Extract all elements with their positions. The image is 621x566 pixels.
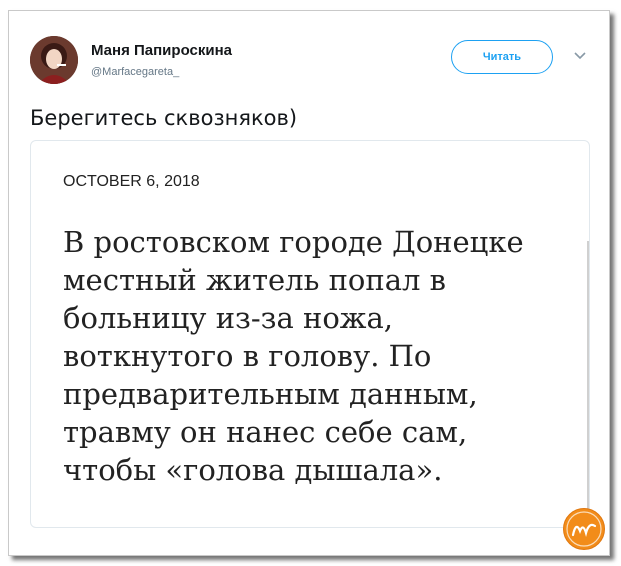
card-line: В ростовском городе Донецке bbox=[63, 225, 524, 259]
tweet-text: Берегитесь сквозняков) bbox=[30, 106, 298, 130]
watermark-logo bbox=[566, 511, 602, 547]
card-line: предварительным данным, bbox=[63, 377, 478, 411]
avatar[interactable] bbox=[30, 36, 78, 84]
card-body: В ростовском городе Донецке местный жите… bbox=[63, 223, 583, 489]
nyka-logo-icon bbox=[563, 508, 605, 550]
card-line: местный житель попал в bbox=[63, 263, 446, 297]
avatar-image bbox=[30, 36, 78, 84]
chevron-down-icon[interactable] bbox=[573, 51, 587, 61]
card-line: больницу из-за ножа, bbox=[63, 301, 393, 335]
card-line: травму он нанес себе сам, bbox=[63, 415, 468, 449]
card-line: чтобы «голова дышала». bbox=[63, 453, 443, 487]
card-scrollbar[interactable] bbox=[587, 241, 589, 521]
card-date: OCTOBER 6, 2018 bbox=[63, 173, 200, 190]
follow-button[interactable]: Читать bbox=[451, 40, 553, 74]
author-handle[interactable]: @Marfacegareta_ bbox=[91, 66, 179, 78]
card-line: воткнутого в голову. По bbox=[63, 339, 432, 373]
link-preview-card[interactable]: OCTOBER 6, 2018 В ростовском городе Доне… bbox=[30, 140, 590, 528]
tweet-card: Маня Папироскина @Marfacegareta_ Читать … bbox=[8, 10, 610, 556]
author-name[interactable]: Маня Папироскина bbox=[91, 42, 232, 59]
